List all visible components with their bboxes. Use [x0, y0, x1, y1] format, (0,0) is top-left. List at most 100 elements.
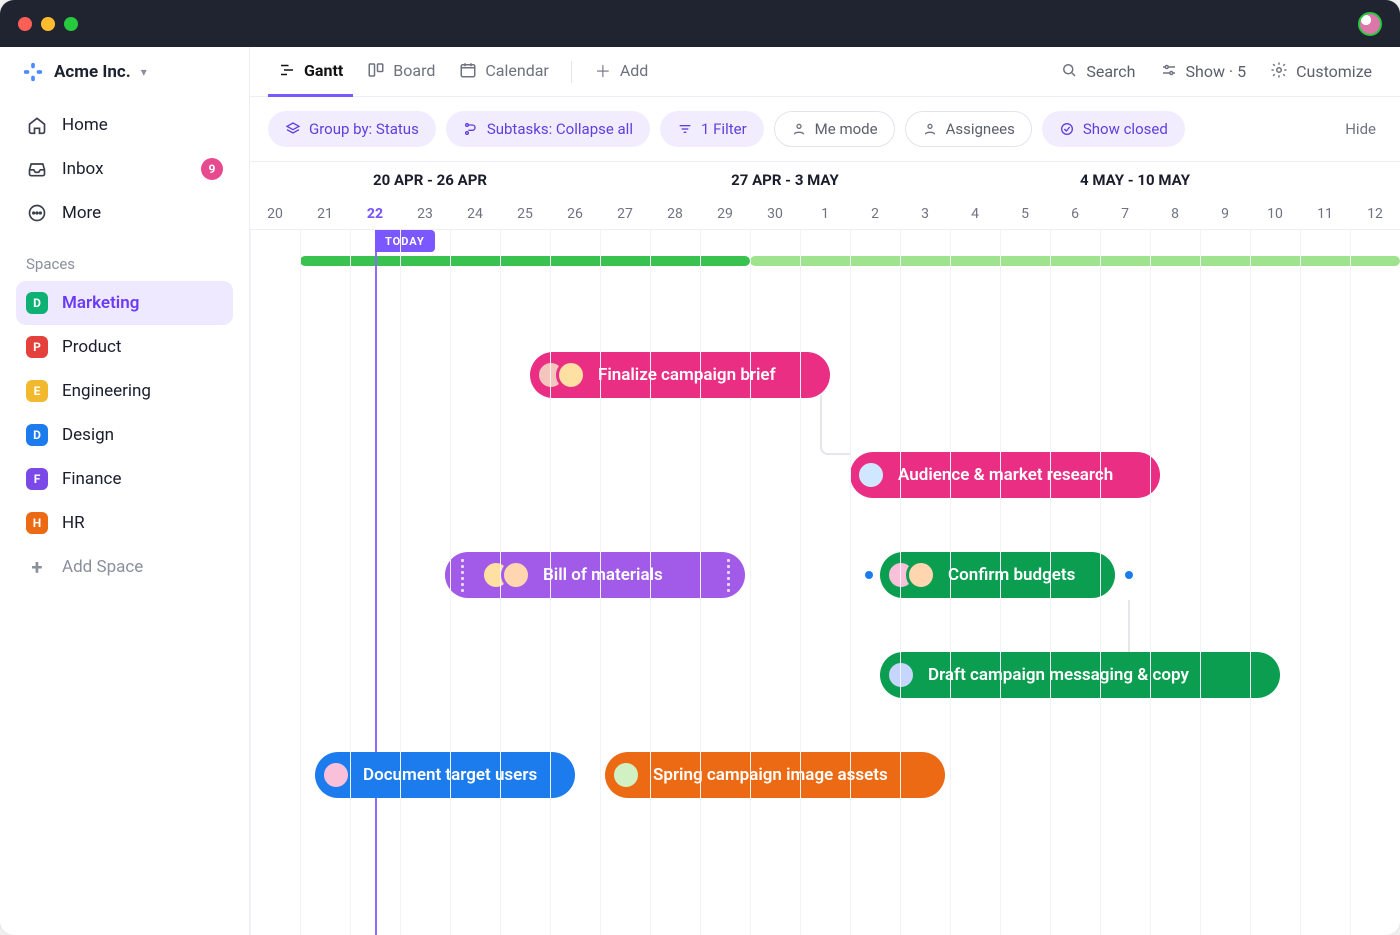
- titlebar: [0, 0, 1400, 47]
- day-cell: 2: [850, 198, 900, 229]
- drag-handle-icon[interactable]: [721, 559, 735, 592]
- day-cell: 10: [1250, 198, 1300, 229]
- show-button[interactable]: Show · 5: [1150, 61, 1257, 83]
- me-mode-pill[interactable]: Me mode: [774, 111, 895, 147]
- day-cell: 12: [1350, 198, 1400, 229]
- show-closed-pill[interactable]: Show closed: [1042, 111, 1185, 147]
- customize-button[interactable]: Customize: [1260, 61, 1382, 83]
- nav-inbox-label: Inbox: [62, 159, 104, 179]
- pill-label: Show closed: [1083, 120, 1168, 138]
- close-icon[interactable]: [18, 17, 32, 31]
- hide-button[interactable]: Hide: [1339, 120, 1382, 138]
- person-icon: [922, 121, 938, 137]
- pill-label: Assignees: [946, 120, 1015, 138]
- summary-segment: [750, 256, 1400, 266]
- dependency-dot-icon[interactable]: [865, 571, 873, 579]
- customize-label: Customize: [1296, 62, 1372, 81]
- gantt-grid: TODAY Finalize campaign brief Audience &…: [250, 230, 1400, 935]
- minimize-icon[interactable]: [41, 17, 55, 31]
- tab-gantt[interactable]: Gantt: [268, 47, 353, 97]
- pill-label: Group by: Status: [309, 120, 419, 138]
- dependency-dot-icon[interactable]: [1125, 571, 1133, 579]
- gantt-timeline[interactable]: 20 APR - 26 APR 27 APR - 3 MAY 4 MAY - 1…: [250, 162, 1400, 935]
- more-icon: [26, 202, 48, 224]
- day-cell: 30: [750, 198, 800, 229]
- avatar: [856, 460, 886, 490]
- tab-calendar[interactable]: Calendar: [449, 47, 558, 97]
- nav-more[interactable]: More: [16, 191, 233, 235]
- day-cell: 4: [950, 198, 1000, 229]
- tab-label: Calendar: [485, 61, 548, 80]
- assignees-pill[interactable]: Assignees: [905, 111, 1032, 147]
- tab-board[interactable]: Board: [357, 47, 445, 97]
- filter-bar: Group by: Status Subtasks: Collapse all …: [250, 97, 1400, 162]
- subtasks-icon: [463, 121, 479, 137]
- app-logo-icon: [22, 61, 44, 83]
- day-cell: 21: [300, 198, 350, 229]
- avatar: [886, 660, 916, 690]
- day-cell: 22: [350, 198, 400, 229]
- space-product[interactable]: P Product: [16, 325, 233, 369]
- subtasks-pill[interactable]: Subtasks: Collapse all: [446, 111, 650, 147]
- group-by-pill[interactable]: Group by: Status: [268, 111, 436, 147]
- space-chip: H: [26, 512, 48, 534]
- task-bar[interactable]: Draft campaign messaging & copy: [880, 652, 1280, 698]
- task-bar[interactable]: Audience & market research: [850, 452, 1160, 498]
- space-design[interactable]: D Design: [16, 413, 233, 457]
- avatar: [906, 560, 936, 590]
- pill-label: Me mode: [815, 120, 878, 138]
- task-label: Bill of materials: [543, 565, 663, 585]
- nav-home[interactable]: Home: [16, 103, 233, 147]
- task-bar[interactable]: Spring campaign image assets: [605, 752, 945, 798]
- day-cell: 28: [650, 198, 700, 229]
- dependency-line: [1110, 600, 1130, 660]
- nav-inbox[interactable]: Inbox 9: [16, 147, 233, 191]
- space-label: Marketing: [62, 293, 139, 313]
- task-label: Finalize campaign brief: [598, 365, 776, 385]
- nav-more-label: More: [62, 203, 101, 223]
- space-label: Engineering: [62, 381, 151, 401]
- space-marketing[interactable]: D Marketing: [16, 281, 233, 325]
- show-label: Show · 5: [1186, 62, 1247, 81]
- day-cell: 6: [1050, 198, 1100, 229]
- space-label: Design: [62, 425, 114, 445]
- inbox-icon: [26, 158, 48, 180]
- space-chip: F: [26, 468, 48, 490]
- day-cell: 24: [450, 198, 500, 229]
- workspace-switcher[interactable]: Acme Inc. ▾: [0, 47, 249, 97]
- space-finance[interactable]: F Finance: [16, 457, 233, 501]
- space-hr[interactable]: H HR: [16, 501, 233, 545]
- task-label: Confirm budgets: [948, 565, 1075, 585]
- summary-segment: [300, 256, 750, 266]
- maximize-icon[interactable]: [64, 17, 78, 31]
- day-cell: 20: [250, 198, 300, 229]
- calendar-icon: [459, 61, 477, 79]
- day-cell: 5: [1000, 198, 1050, 229]
- avatar: [611, 760, 641, 790]
- task-bar[interactable]: Finalize campaign brief: [530, 352, 830, 398]
- current-user-avatar[interactable]: [1358, 12, 1382, 36]
- task-bar[interactable]: Confirm budgets: [880, 552, 1115, 598]
- space-engineering[interactable]: E Engineering: [16, 369, 233, 413]
- space-label: Finance: [62, 469, 121, 489]
- search-button[interactable]: Search: [1050, 61, 1145, 83]
- avatar: [321, 760, 351, 790]
- home-icon: [26, 114, 48, 136]
- add-space-button[interactable]: + Add Space: [16, 545, 233, 589]
- week-label: 27 APR - 3 MAY: [610, 171, 960, 189]
- add-view-button[interactable]: ＋ Add: [584, 47, 658, 97]
- drag-handle-icon[interactable]: [455, 559, 469, 592]
- space-chip: P: [26, 336, 48, 358]
- tab-label: Gantt: [304, 61, 343, 80]
- window-controls: [18, 17, 78, 31]
- day-cell: 1: [800, 198, 850, 229]
- task-bar[interactable]: Document target users: [315, 752, 575, 798]
- week-label: 20 APR - 26 APR: [250, 171, 610, 189]
- filter-pill[interactable]: 1 Filter: [660, 111, 764, 147]
- chevron-down-icon: ▾: [141, 65, 147, 79]
- day-cell: 9: [1200, 198, 1250, 229]
- today-line: [375, 230, 377, 935]
- task-label: Spring campaign image assets: [653, 765, 888, 785]
- today-pill: TODAY: [375, 230, 435, 252]
- view-tabs: Gantt Board Calendar ＋ Add: [250, 47, 1400, 97]
